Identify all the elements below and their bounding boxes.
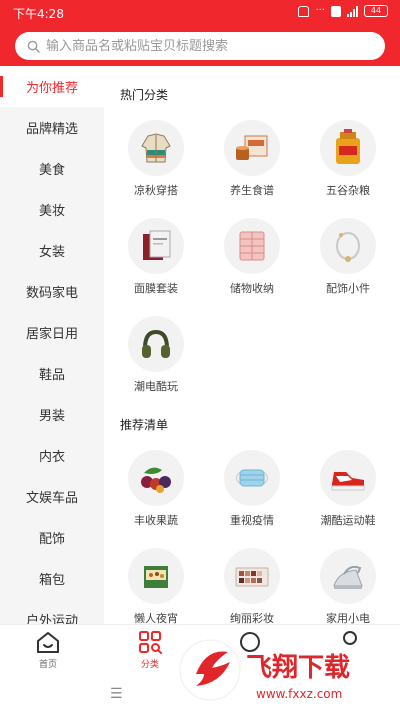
category-tile[interactable]: 丰收果蔬 [108,450,204,546]
category-tile[interactable]: 五谷杂粮 [300,120,396,216]
fruit-icon [128,450,184,506]
category-icon [139,631,162,654]
category-label: 养生食谱 [230,184,274,197]
nav-label: 首页 [38,660,57,670]
category-label: 配饰小件 [326,282,370,295]
sidebar-item-entertainment-car[interactable]: 文娱车品 [0,476,104,517]
category-tile[interactable]: 绚丽彩妆 [204,548,300,624]
nav-home[interactable]: 首页 [8,629,88,673]
snack-box-icon [128,548,184,604]
category-label: 绚丽彩妆 [230,612,274,624]
category-label: 潮酷运动鞋 [320,514,376,527]
status-icons: ··· 44 [298,5,388,17]
category-tile[interactable]: 面膜套装 [108,218,204,314]
category-tile[interactable]: 潮酷运动鞋 [300,450,396,546]
section-title-hot: 热门分类 [120,88,169,102]
more-dots-icon: ··· [315,5,325,16]
header: 下午4:28 ··· 44 [0,0,400,66]
sidebar-item-label: 鞋品 [38,368,65,383]
sim-icon [331,5,341,17]
category-tile[interactable]: 配饰小件 [300,218,396,314]
sidebar-item-shoes[interactable]: 鞋品 [0,353,104,394]
bracelet-icon [320,218,376,274]
sidebar-item-label: 女装 [38,245,65,260]
sidebar-item-label: 美食 [38,163,65,178]
sidebar-item-mens[interactable]: 男装 [0,394,104,435]
category-tile[interactable]: 养生食谱 [204,120,300,216]
sidebar-item-digital[interactable]: 数码家电 [0,271,104,312]
category-sidebar: 为你推荐 品牌精选 美食 美妆 女装 数码家电 居家日用 鞋品 男装 内衣 文娱… [0,66,104,624]
category-tile[interactable]: 储物收纳 [204,218,300,314]
category-label: 凉秋穿搭 [134,184,178,197]
health-food-icon [224,120,280,176]
category-tile[interactable]: 重视疫情 [204,450,300,546]
sidebar-item-underwear[interactable]: 内衣 [0,435,104,476]
sidebar-item-accessories[interactable]: 配饰 [0,517,104,558]
sidebar-item-womens[interactable]: 女装 [0,230,104,271]
sneaker-icon [320,450,376,506]
sidebar-item-label: 美妆 [38,204,65,219]
section-title-recommended: 推荐清单 [120,418,169,432]
eyeshadow-palette-icon [224,548,280,604]
sidebar-item-label: 箱包 [38,573,65,588]
sidebar-item-label: 品牌精选 [25,122,78,137]
storage-drawer-icon [224,218,280,274]
sidebar-item-label: 男装 [38,409,65,424]
watermark-url: www.fxxz.com [256,687,342,701]
sidebar-item-label: 配饰 [38,532,65,547]
home-icon [37,632,59,653]
signal-icon [347,5,358,17]
category-label: 家用小电 [326,612,370,624]
category-tile[interactable]: 潮电酷玩 [108,316,204,412]
watermark-text: 飞翔下载 [246,653,350,683]
sidebar-item-food[interactable]: 美食 [0,148,104,189]
sidebar-item-makeup[interactable]: 美妆 [0,189,104,230]
category-label: 丰收果蔬 [134,514,178,527]
iron-icon [320,548,376,604]
category-label: 懒人夜宵 [134,612,178,624]
category-tile[interactable]: 家用小电 [300,548,396,624]
category-label: 重视疫情 [230,514,274,527]
sidebar-item-bags[interactable]: 箱包 [0,558,104,599]
sidebar-item-outdoor[interactable]: 户外运动 [0,599,104,624]
status-time: 下午4:28 [13,7,64,21]
category-label: 五谷杂粮 [326,184,370,197]
sidebar-item-home[interactable]: 居家日用 [0,312,104,353]
search-bar[interactable] [15,32,385,60]
notification-icon [298,5,310,17]
category-tile[interactable]: 懒人夜宵 [108,548,204,624]
headphones-icon [128,316,184,372]
sidebar-item-label: 数码家电 [25,286,78,301]
category-content: 热门分类 凉秋穿搭 养生食谱 五谷杂粮 面膜套装 储物收纳 配饰小件 潮电酷玩 … [104,66,400,624]
watermark-logo: 飞翔下载 www.fxxz.com [179,639,350,701]
category-tile[interactable]: 凉秋穿搭 [108,120,204,216]
search-input[interactable] [46,38,366,54]
battery-icon: 44 [364,5,388,17]
sidebar-item-label: 居家日用 [25,327,78,342]
jacket-icon [128,120,184,176]
status-bar: 下午4:28 ··· 44 [0,0,400,24]
sidebar-item-label: 户外运动 [25,614,78,624]
category-label: 潮电酷玩 [134,380,178,393]
sidebar-item-label: 为你推荐 [25,81,78,96]
search-icon [27,40,40,53]
sidebar-item-label: 内衣 [38,450,65,465]
grain-oil-icon [320,120,376,176]
category-label: 储物收纳 [230,282,274,295]
menu-icon[interactable]: ☰ [110,686,123,702]
category-label: 面膜套装 [134,282,178,295]
medical-mask-icon [224,450,280,506]
sidebar-item-label: 文娱车品 [25,491,78,506]
sidebar-item-recommended[interactable]: 为你推荐 [0,66,104,107]
sidebar-item-brands[interactable]: 品牌精选 [0,107,104,148]
face-mask-box-icon [128,218,184,274]
